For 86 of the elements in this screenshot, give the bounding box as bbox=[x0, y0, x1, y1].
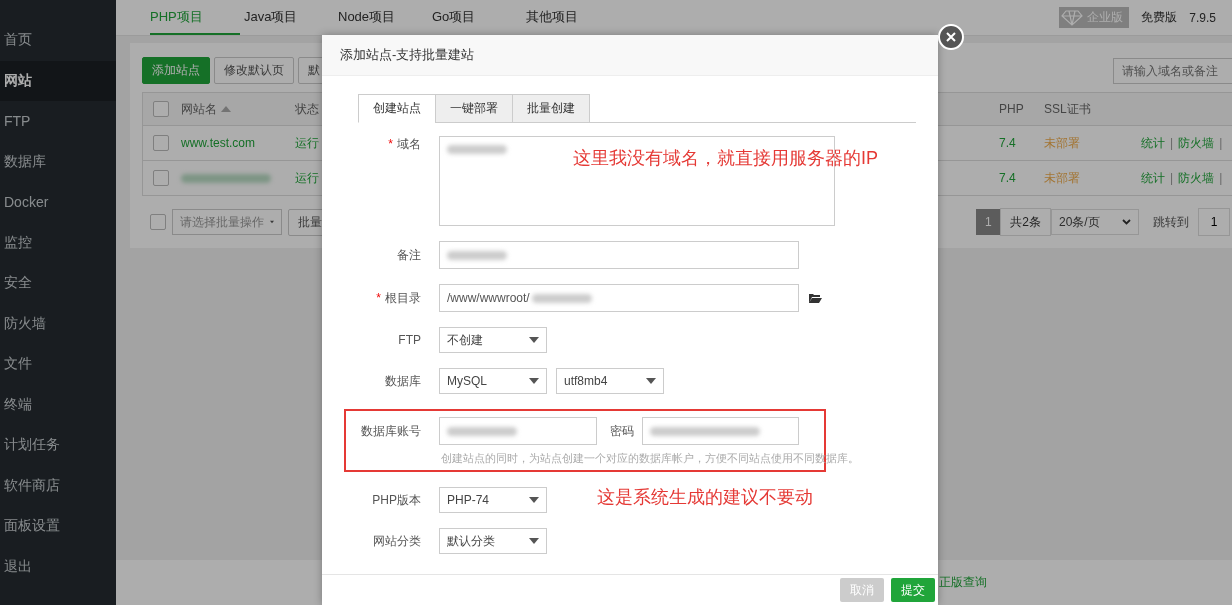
annotation-text: 这里我没有域名，就直接用服务器的IP bbox=[573, 147, 878, 170]
input-field[interactable]: /www/wwwroot/ bbox=[439, 284, 799, 312]
checkbox[interactable] bbox=[150, 214, 166, 230]
close-icon bbox=[946, 32, 956, 42]
sidebar-item[interactable]: 面板设置 bbox=[0, 506, 116, 547]
project-tab[interactable]: Node项目 bbox=[338, 0, 428, 35]
separator-text: | bbox=[1219, 136, 1223, 150]
action-link[interactable]: 防火墙 bbox=[1178, 169, 1215, 187]
project-tab[interactable]: Java项目 bbox=[244, 0, 334, 35]
checkbox[interactable] bbox=[153, 135, 169, 151]
diamond-icon bbox=[1061, 9, 1084, 26]
dropdown-caret-icon bbox=[529, 538, 539, 544]
page-number[interactable]: 1 bbox=[976, 209, 1001, 235]
submit-button[interactable]: 提交 bbox=[891, 578, 935, 602]
sidebar-item[interactable]: 安全 bbox=[0, 263, 116, 304]
dialog-title: 添加站点-支持批量建站 bbox=[340, 46, 475, 64]
version-text: 7.9.5 bbox=[1189, 10, 1216, 25]
field-label: 数据库 bbox=[384, 372, 421, 390]
sidebar-item[interactable]: 数据库 bbox=[0, 141, 116, 182]
edition-label: 免费版 bbox=[1141, 9, 1178, 26]
sidebar-item[interactable]: 退出 bbox=[0, 546, 116, 587]
sidebar-item[interactable]: 监控 bbox=[0, 222, 116, 263]
jump-input[interactable]: 1 bbox=[1198, 208, 1230, 236]
sidebar-item[interactable]: 终端 bbox=[0, 384, 116, 425]
sidebar-item[interactable]: 计划任务 bbox=[0, 425, 116, 466]
project-tab[interactable]: Go项目 bbox=[432, 0, 522, 35]
status-text: 运行 bbox=[295, 134, 319, 152]
sort-up-icon bbox=[221, 106, 231, 112]
sidebar-item[interactable]: 防火墙 bbox=[0, 303, 116, 344]
sidebar-item[interactable]: 首页 bbox=[0, 20, 116, 61]
toolbar-button[interactable]: 修改默认页 bbox=[214, 57, 294, 84]
column-header[interactable]: 网站名 bbox=[181, 93, 295, 126]
select-field[interactable]: MySQL bbox=[439, 368, 547, 394]
separator-text: | bbox=[1219, 171, 1223, 185]
footer-link[interactable]: 正版查询 bbox=[939, 574, 987, 591]
sidebar-item[interactable]: 文件 bbox=[0, 344, 116, 385]
field-label: PHP版本 bbox=[371, 491, 421, 509]
dropdown-caret-icon bbox=[646, 378, 656, 384]
sidebar-item[interactable]: Docker bbox=[0, 182, 116, 223]
column-header[interactable]: PHP bbox=[999, 93, 1044, 126]
action-link[interactable]: 统计 bbox=[1141, 134, 1165, 152]
chevron-down-icon bbox=[1122, 219, 1131, 225]
dialog-tab[interactable]: 批量创建 bbox=[512, 94, 590, 123]
sidebar-item[interactable]: FTP bbox=[0, 101, 116, 142]
field-label: 网站分类 bbox=[372, 532, 421, 550]
separator-text: | bbox=[1170, 136, 1174, 150]
php-version: 7.4 bbox=[999, 136, 1016, 150]
field-label: 密码 bbox=[610, 422, 634, 440]
project-tab[interactable]: PHP项目 bbox=[150, 0, 240, 35]
field-label: FTP bbox=[397, 333, 421, 347]
dropdown-caret-icon bbox=[529, 378, 539, 384]
select-field[interactable]: 不创建 bbox=[439, 327, 547, 353]
action-link[interactable]: 统计 bbox=[1141, 169, 1165, 187]
select-field[interactable]: PHP-74 bbox=[439, 487, 547, 513]
field-label: 数据库账号 bbox=[360, 422, 421, 440]
field-label: 备注 bbox=[396, 246, 421, 264]
action-link[interactable]: 防火墙 bbox=[1178, 134, 1215, 152]
input-field[interactable] bbox=[439, 241, 799, 269]
total-count: 共2条 bbox=[1000, 208, 1051, 236]
column-header[interactable]: SSL证书 bbox=[1044, 93, 1141, 126]
dropdown-caret-icon bbox=[529, 337, 539, 343]
checkbox[interactable] bbox=[153, 170, 169, 186]
project-tab[interactable]: 其他项目 bbox=[526, 0, 616, 35]
toolbar-button[interactable]: 添加站点 bbox=[142, 57, 210, 84]
dropdown-caret-icon bbox=[529, 497, 539, 503]
annotation-text: 这是系统生成的建议不要动 bbox=[597, 486, 813, 509]
jump-label: 跳转到 bbox=[1153, 213, 1189, 231]
php-version: 7.4 bbox=[999, 171, 1016, 185]
select-field[interactable]: 默认分类 bbox=[439, 528, 547, 554]
password-field[interactable] bbox=[642, 417, 799, 445]
sidebar-item[interactable]: 网站 bbox=[0, 60, 116, 101]
field-label: * 根目录 bbox=[375, 289, 421, 307]
status-text: 运行 bbox=[295, 169, 319, 187]
site-link[interactable]: www.test.com bbox=[181, 136, 255, 150]
select-field[interactable]: utf8mb4 bbox=[556, 368, 664, 394]
page-size-select[interactable]: 20条/页 bbox=[1051, 209, 1139, 235]
select-field[interactable]: 请选择批量操作 bbox=[172, 209, 282, 235]
separator-text: | bbox=[1170, 171, 1174, 185]
checkbox[interactable] bbox=[153, 101, 169, 117]
input-field[interactable] bbox=[439, 417, 597, 445]
dialog-tab[interactable]: 一键部署 bbox=[435, 94, 513, 123]
folder-icon[interactable] bbox=[809, 293, 822, 303]
search-field[interactable]: 请输入域名或备注 bbox=[1113, 57, 1232, 84]
dialog-tab[interactable]: 创建站点 bbox=[358, 94, 436, 123]
sidebar-item[interactable]: 软件商店 bbox=[0, 465, 116, 506]
field-label: * 域名 bbox=[387, 136, 421, 153]
